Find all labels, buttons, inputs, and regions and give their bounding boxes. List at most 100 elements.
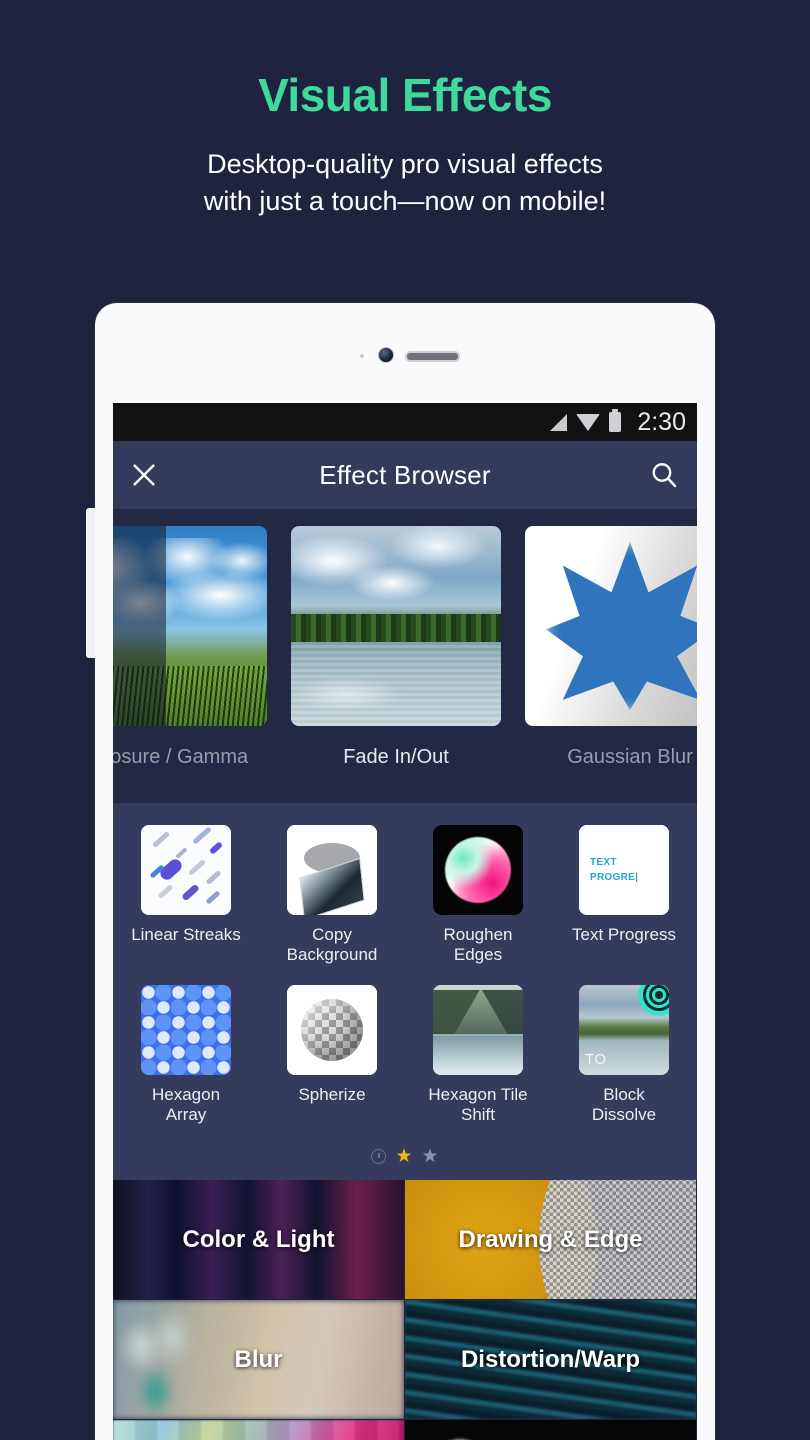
- thumb-text: TO: [585, 1051, 607, 1069]
- category-tile-drawing-edge[interactable]: Drawing & Edge: [405, 1180, 697, 1301]
- effect-thumbnail: TO: [579, 985, 669, 1076]
- effect-tile-label: Roughen Edges: [443, 925, 513, 965]
- featured-carousel[interactable]: Exposure / Gamma Fade In/Out: [113, 509, 697, 803]
- phone-top-bezel: [95, 303, 715, 403]
- text-progress-artwork: TEXT PROGRE|: [579, 825, 669, 915]
- checker-sphere-shape: [301, 999, 363, 1062]
- battery-icon: [609, 409, 622, 432]
- hexagon-array-artwork: [141, 985, 231, 1076]
- category-label: Blur: [234, 1345, 283, 1373]
- paint-circle-shape: [445, 837, 511, 903]
- effect-tile-roughen-edges[interactable]: Roughen Edges: [405, 817, 551, 971]
- status-bar-icons: 2:30: [550, 408, 686, 437]
- effect-tile-label: Block Dissolve: [591, 1085, 657, 1125]
- effect-tile-hexagon-array[interactable]: Hexagon Array: [113, 977, 259, 1131]
- signal-icon: [550, 413, 568, 431]
- sensor-icon: [360, 354, 364, 358]
- effect-tile-label: Linear Streaks: [131, 925, 241, 944]
- earpiece-speaker: [405, 351, 460, 362]
- cloud-layer: [291, 526, 501, 618]
- carousel-item[interactable]: Fade In/Out: [291, 526, 501, 769]
- category-tile-procedural[interactable]: Procedural: [113, 1420, 405, 1440]
- effect-thumbnail: [433, 825, 523, 915]
- close-icon: [133, 464, 155, 486]
- category-tile-blur[interactable]: Blur: [113, 1300, 405, 1421]
- carousel-thumbnail: [525, 526, 697, 726]
- star-shape-icon: [546, 542, 697, 710]
- linear-streaks-artwork: [141, 825, 231, 915]
- phone-mockup: 2:30 Effect Browser osure / Gamma Fade I…: [86, 303, 715, 1440]
- effect-grid: Linear Streaks Copy Background Roughen E…: [113, 817, 697, 1131]
- carousel-item-label: Fade In/Out: [343, 746, 449, 768]
- gaussian-blur-artwork: [525, 526, 697, 726]
- effect-tile-label: Spherize: [298, 1085, 366, 1105]
- lake-layer: [433, 1035, 523, 1076]
- category-label: Distortion/Warp: [460, 1345, 641, 1373]
- carousel-item-label: Exposure / Gamma: [113, 746, 249, 768]
- effect-thumbnail: [141, 985, 231, 1076]
- promo-subtitle-line2: with just a touch—now on mobile!: [203, 186, 607, 217]
- star-icon[interactable]: ★: [422, 1147, 439, 1166]
- promo-subtitle: Desktop-quality pro visual effects with …: [0, 146, 810, 221]
- search-icon: [652, 463, 677, 488]
- effect-tile-label: Copy Background: [286, 925, 378, 965]
- carousel-item-label: Gaussian Blur: [567, 746, 693, 768]
- effect-tile-spherize[interactable]: Spherize: [259, 977, 405, 1131]
- promo-header: Visual Effects Desktop-quality pro visua…: [0, 0, 810, 221]
- star-icon[interactable]: ★: [395, 1147, 412, 1166]
- page-title: Visual Effects: [258, 69, 552, 121]
- effect-thumbnail: [287, 985, 377, 1076]
- page-indicator: ★ ★: [113, 1131, 697, 1180]
- effect-tile-text-progress[interactable]: TEXT PROGRE| Text Progress: [551, 817, 697, 971]
- exposure-split-overlay: [113, 526, 167, 726]
- phone-side-button[interactable]: [86, 508, 95, 658]
- app-bar: Effect Browser: [113, 441, 697, 509]
- recent-icon[interactable]: [371, 1149, 387, 1165]
- spherize-artwork: [287, 985, 377, 1076]
- carousel-item[interactable]: Gaussian Blur: [525, 526, 697, 769]
- carousel-item[interactable]: Exposure / Gamma: [113, 526, 267, 769]
- category-label: Drawing & Edge: [458, 1225, 643, 1253]
- tree-line-layer: [291, 614, 501, 642]
- carousel-track: Exposure / Gamma Fade In/Out: [113, 509, 697, 769]
- category-tile-distortion-warp[interactable]: Distortion/Warp: [405, 1300, 697, 1421]
- effect-thumbnail: TEXT PROGRE|: [579, 825, 669, 915]
- front-camera-icon: [378, 347, 394, 363]
- effect-thumbnail: [287, 825, 377, 915]
- search-button[interactable]: [631, 441, 697, 509]
- carousel-thumbnail: [113, 526, 267, 726]
- status-bar: 2:30: [113, 403, 697, 441]
- exposure-gamma-artwork: [113, 526, 267, 726]
- status-bar-clock: 2:30: [637, 407, 686, 436]
- roughen-edges-artwork: [433, 825, 523, 915]
- category-grid: Color & Light Drawing & Edge Blur Distor…: [113, 1180, 697, 1440]
- three-d-artwork: [405, 1420, 696, 1440]
- procedural-artwork: [113, 1420, 404, 1440]
- effect-tile-label: Text Progress: [572, 925, 676, 944]
- app-bar-title: Effect Browser: [319, 459, 491, 490]
- effect-tile-hexagon-tile-shift[interactable]: Hexagon Tile Shift: [405, 977, 551, 1131]
- category-label: Color & Light: [182, 1225, 335, 1253]
- effect-grid-section: Linear Streaks Copy Background Roughen E…: [113, 803, 697, 1181]
- close-button[interactable]: [113, 441, 175, 509]
- effect-tile-label: Hexagon Array: [151, 1085, 221, 1125]
- category-tile-color-light[interactable]: Color & Light: [113, 1180, 405, 1301]
- carousel-thumbnail: [291, 526, 501, 726]
- mountain-layer: [433, 990, 523, 1034]
- wifi-icon: [576, 413, 601, 431]
- effect-thumbnail: [433, 985, 523, 1076]
- thumb-text-line1: TEXT: [590, 857, 617, 868]
- effect-tile-block-dissolve[interactable]: TO Block Dissolve: [551, 977, 697, 1131]
- thumb-text-line2: PROGRE|: [590, 872, 639, 883]
- effect-tile-copy-background[interactable]: Copy Background: [259, 817, 405, 971]
- hexagon-tile-shift-artwork: [433, 985, 523, 1076]
- phone-screen: 2:30 Effect Browser osure / Gamma Fade I…: [113, 403, 697, 1440]
- fade-in-out-artwork: [291, 526, 501, 726]
- effect-thumbnail: [141, 825, 231, 915]
- effect-tile-linear-streaks[interactable]: Linear Streaks: [113, 817, 259, 971]
- category-tile-3d[interactable]: 3D: [405, 1420, 697, 1440]
- promo-subtitle-line1: Desktop-quality pro visual effects: [207, 149, 603, 179]
- effect-tile-label: Hexagon Tile Shift: [428, 1085, 528, 1125]
- water-layer: [291, 642, 501, 726]
- copy-background-artwork: [287, 825, 377, 915]
